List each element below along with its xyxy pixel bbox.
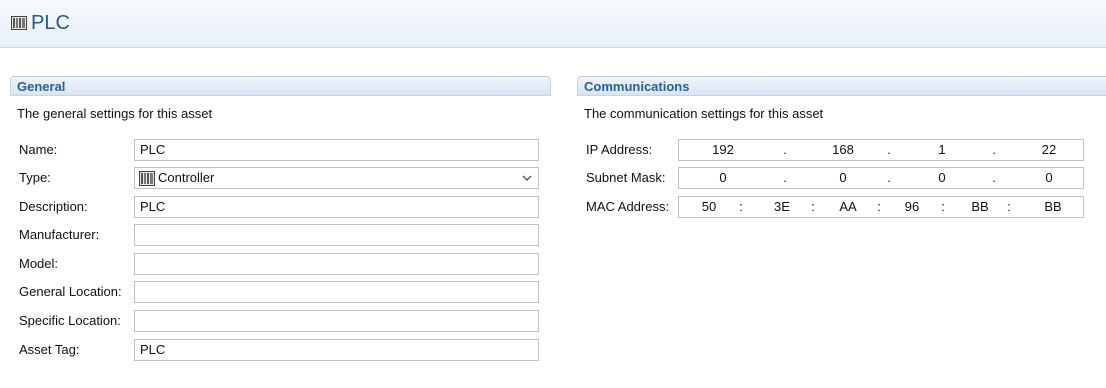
ip-separator: . xyxy=(783,142,787,157)
manufacturer-label: Manufacturer: xyxy=(19,227,100,242)
ip-address-field[interactable]: 192 . 168 . 1 . 22 xyxy=(678,139,1084,161)
ip-separator: . xyxy=(887,142,891,157)
subnet-mask-label: Subnet Mask: xyxy=(586,170,666,185)
subnet-octet-1[interactable]: 0 xyxy=(693,168,753,188)
general-section-header[interactable]: General xyxy=(10,76,551,96)
plc-rack-icon xyxy=(11,16,27,30)
subnet-separator: . xyxy=(887,170,891,185)
model-field[interactable] xyxy=(134,253,539,275)
mac-separator: : xyxy=(811,199,815,214)
communications-section-description: The communication settings for this asse… xyxy=(584,106,824,121)
mac-separator: : xyxy=(739,199,743,214)
type-value: Controller xyxy=(158,170,215,185)
mac-octet-5[interactable]: BB xyxy=(962,197,998,217)
mac-octet-4[interactable]: 96 xyxy=(894,197,930,217)
communications-section-title: Communications xyxy=(584,79,690,94)
subnet-separator: . xyxy=(783,170,787,185)
specific-location-label: Specific Location: xyxy=(19,313,121,328)
subnet-octet-3[interactable]: 0 xyxy=(912,168,972,188)
mac-octet-6[interactable]: BB xyxy=(1035,197,1071,217)
mac-separator: : xyxy=(877,199,881,214)
asset-tag-field[interactable]: PLC xyxy=(134,339,539,361)
ip-separator: . xyxy=(992,142,996,157)
page-title: PLC xyxy=(31,12,70,34)
ip-octet-3[interactable]: 1 xyxy=(912,140,972,160)
name-field[interactable]: PLC xyxy=(134,139,539,161)
subnet-mask-field[interactable]: 0 . 0 . 0 . 0 xyxy=(678,167,1084,189)
mac-address-label: MAC Address: xyxy=(586,199,670,214)
specific-location-field[interactable] xyxy=(134,310,539,332)
chevron-down-icon[interactable] xyxy=(522,174,532,182)
mac-octet-3[interactable]: AA xyxy=(830,197,866,217)
ip-octet-1[interactable]: 192 xyxy=(693,140,753,160)
ip-octet-2[interactable]: 168 xyxy=(813,140,873,160)
type-dropdown[interactable]: Controller xyxy=(134,167,539,189)
ip-address-label: IP Address: xyxy=(586,142,653,157)
model-label: Model: xyxy=(19,256,59,271)
description-label: Description: xyxy=(19,199,88,214)
general-location-label: General Location: xyxy=(19,284,122,299)
ip-octet-4[interactable]: 22 xyxy=(1019,140,1079,160)
asset-tag-label: Asset Tag: xyxy=(19,342,80,357)
subnet-octet-2[interactable]: 0 xyxy=(813,168,873,188)
name-label: Name: xyxy=(19,142,58,157)
mac-octet-2[interactable]: 3E xyxy=(764,197,800,217)
communications-section-header[interactable]: Communications xyxy=(577,76,1106,96)
mac-address-field[interactable]: 50 : 3E : AA : 96 : BB : BB xyxy=(678,196,1084,218)
description-field[interactable]: PLC xyxy=(134,196,539,218)
subnet-separator: . xyxy=(992,170,996,185)
mac-octet-1[interactable]: 50 xyxy=(691,197,727,217)
general-section-title: General xyxy=(17,79,66,94)
mac-separator: : xyxy=(941,199,945,214)
manufacturer-field[interactable] xyxy=(134,224,539,246)
subnet-octet-4[interactable]: 0 xyxy=(1019,168,1079,188)
type-label: Type: xyxy=(19,170,51,185)
editor-header: PLC xyxy=(0,0,1106,48)
general-location-field[interactable] xyxy=(134,281,539,303)
mac-separator: : xyxy=(1007,199,1011,214)
general-section-description: The general settings for this asset xyxy=(17,106,213,121)
controller-icon xyxy=(139,171,155,186)
